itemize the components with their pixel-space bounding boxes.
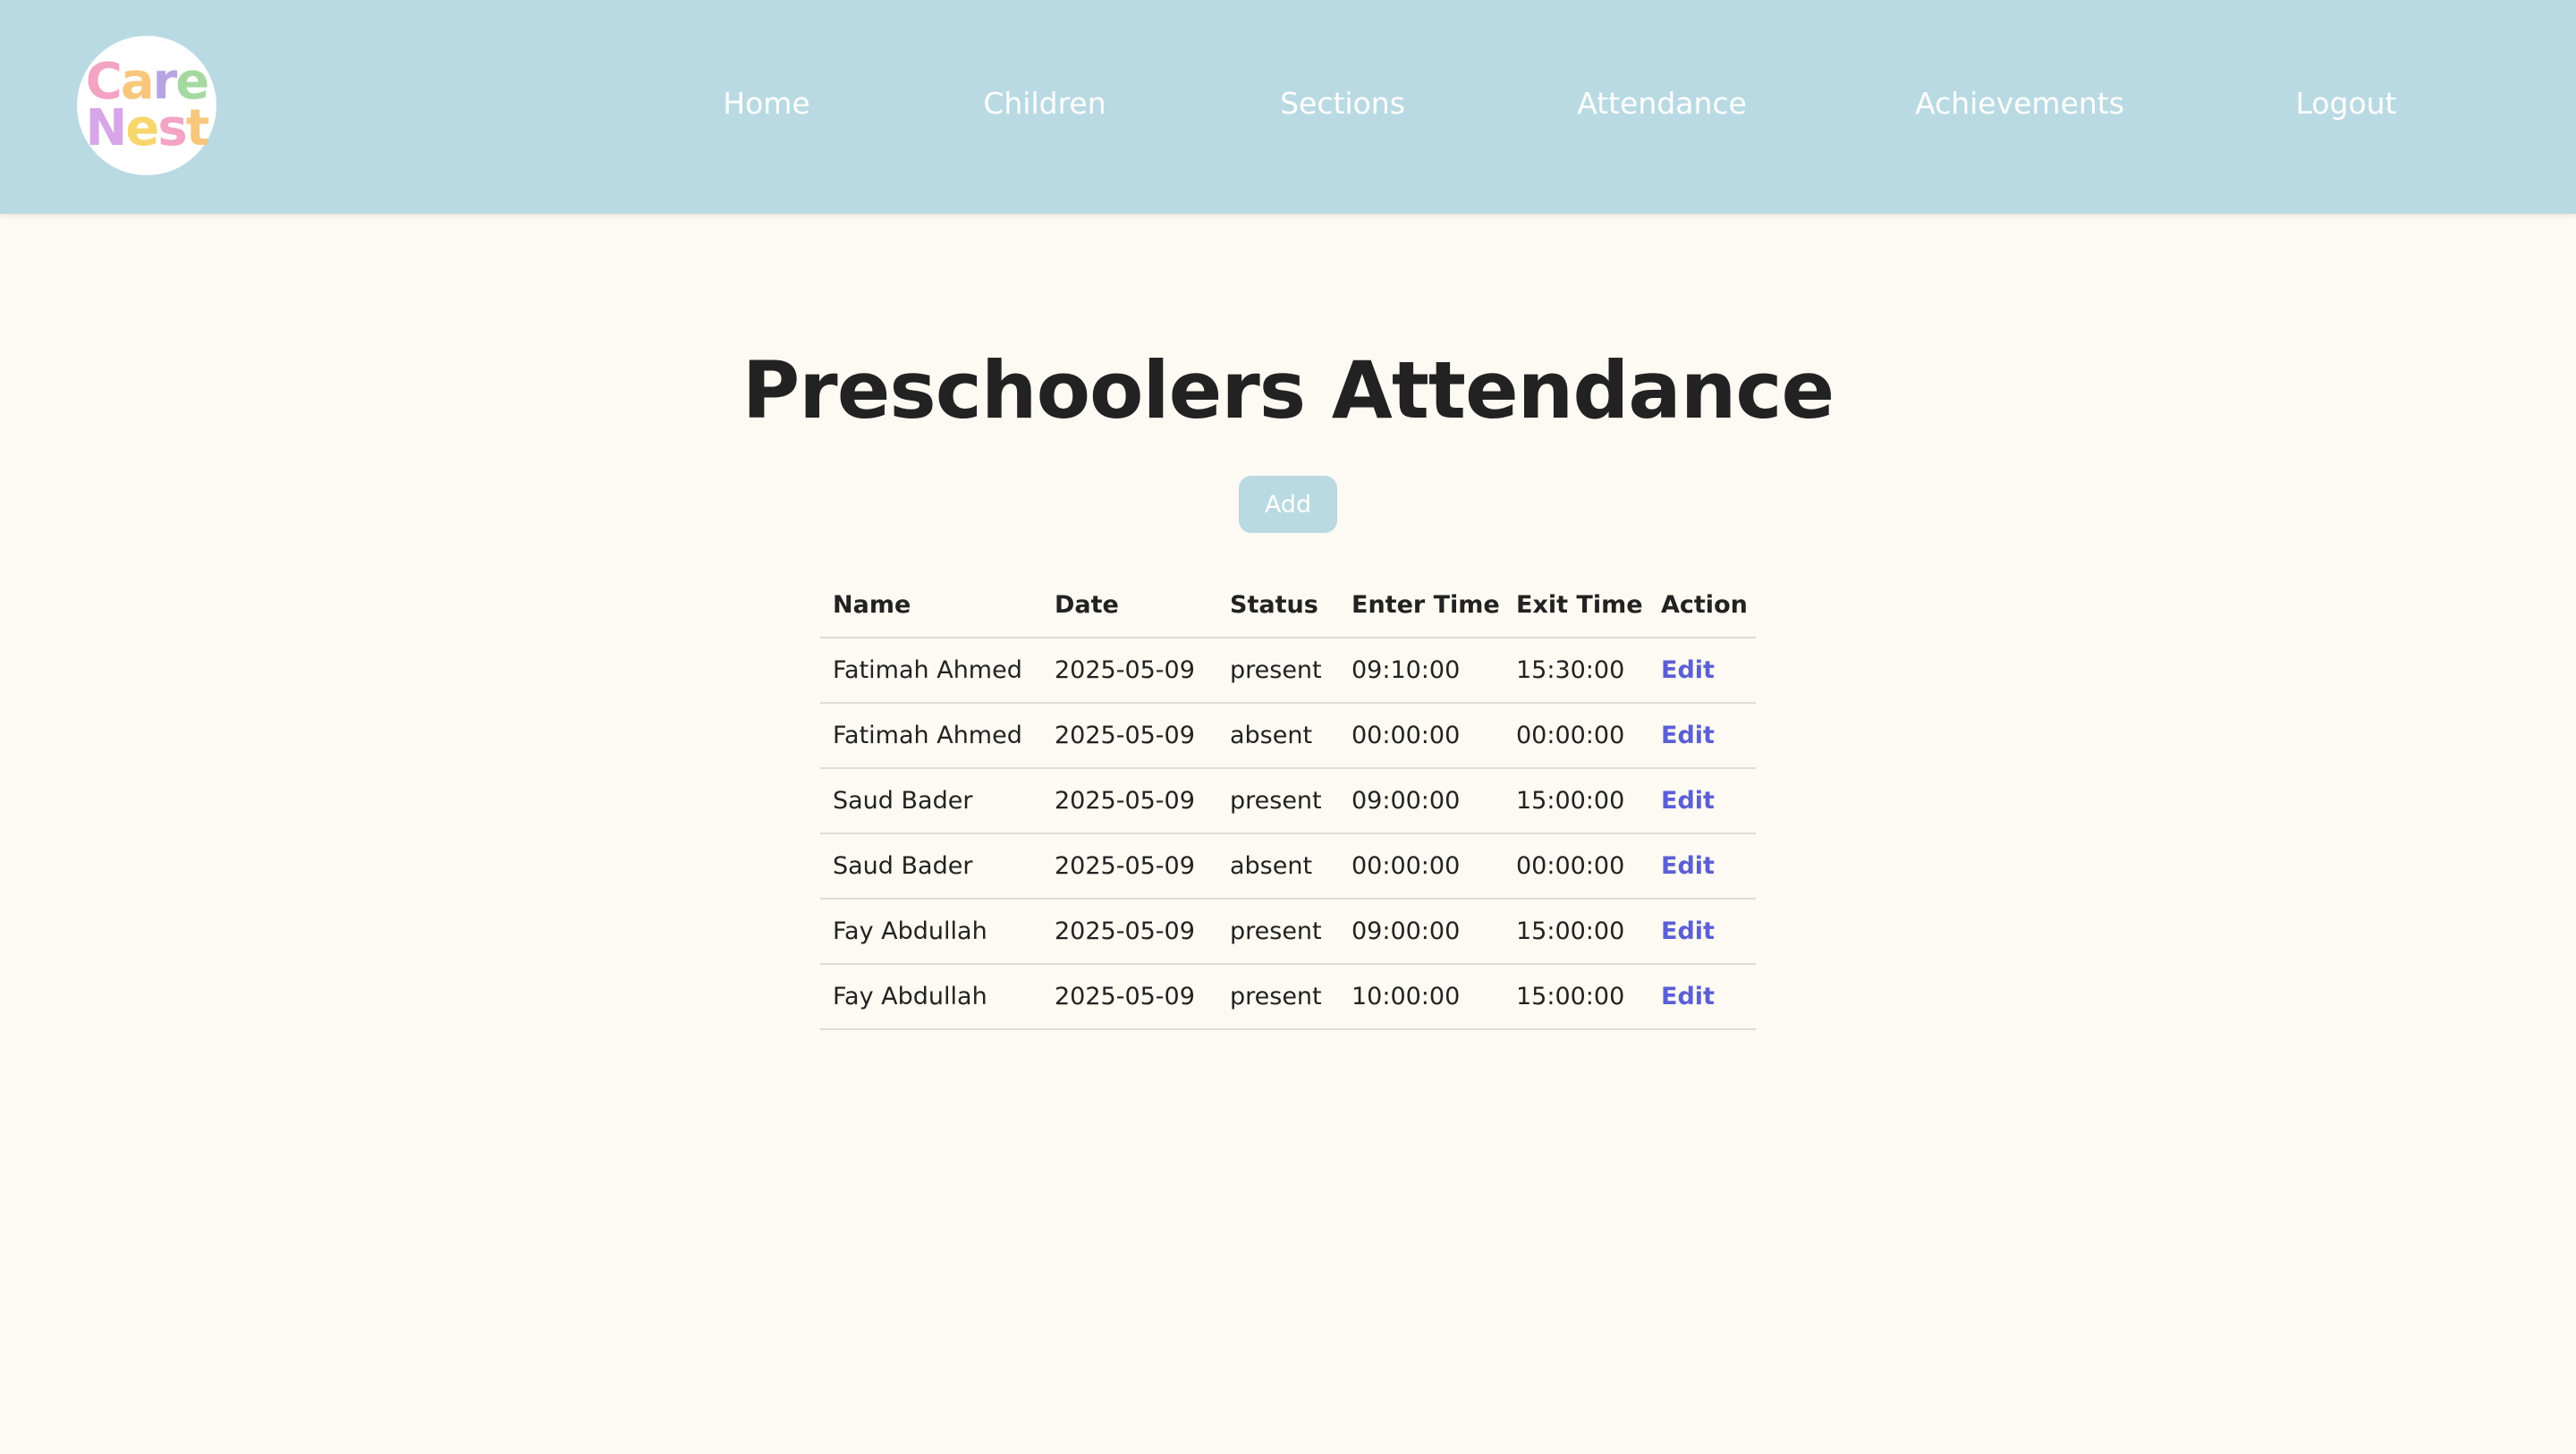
cell-action: Edit bbox=[1648, 703, 1756, 769]
cell-action: Edit bbox=[1648, 768, 1756, 834]
cell-date: 2025-05-09 bbox=[1042, 638, 1217, 704]
cell-status: present bbox=[1217, 964, 1339, 1030]
column-header-status: Status bbox=[1217, 572, 1339, 638]
cell-date: 2025-05-09 bbox=[1042, 833, 1217, 900]
nav-sections-link[interactable]: Sections bbox=[1280, 86, 1405, 121]
nav-achievements-link[interactable]: Achievements bbox=[1915, 86, 2124, 121]
table-body: Fatimah Ahmed 2025-05-09 present 09:10:0… bbox=[820, 638, 1756, 1030]
cell-name: Saud Bader bbox=[820, 833, 1042, 900]
cell-status: present bbox=[1217, 899, 1339, 965]
cell-name: Fay Abdullah bbox=[820, 899, 1042, 965]
column-header-action: Action bbox=[1648, 572, 1756, 638]
table-row: Fatimah Ahmed 2025-05-09 absent 00:00:00… bbox=[820, 703, 1756, 769]
top-navbar: Care Nest Home Children Sections Attenda… bbox=[0, 0, 2576, 214]
edit-link[interactable]: Edit bbox=[1661, 983, 1715, 1010]
table-row: Fay Abdullah 2025-05-09 present 09:00:00… bbox=[820, 899, 1756, 965]
cell-name: Fatimah Ahmed bbox=[820, 638, 1042, 704]
cell-exit-time: 00:00:00 bbox=[1504, 833, 1648, 900]
cell-name: Fatimah Ahmed bbox=[820, 703, 1042, 769]
cell-exit-time: 00:00:00 bbox=[1504, 703, 1648, 769]
cell-enter-time: 09:00:00 bbox=[1339, 899, 1504, 965]
page-title: Preschoolers Attendance bbox=[741, 344, 1835, 436]
cell-action: Edit bbox=[1648, 964, 1756, 1030]
nav-home-link[interactable]: Home bbox=[723, 86, 809, 121]
cell-action: Edit bbox=[1648, 899, 1756, 965]
table-header-row: Name Date Status Enter Time Exit Time Ac… bbox=[820, 572, 1756, 638]
attendance-table: Name Date Status Enter Time Exit Time Ac… bbox=[820, 572, 1756, 1030]
cell-enter-time: 00:00:00 bbox=[1339, 703, 1504, 769]
cell-status: absent bbox=[1217, 703, 1339, 769]
cell-status: absent bbox=[1217, 833, 1339, 900]
nav-logout-link[interactable]: Logout bbox=[2296, 86, 2397, 121]
edit-link[interactable]: Edit bbox=[1661, 787, 1715, 815]
table-row: Fatimah Ahmed 2025-05-09 present 09:10:0… bbox=[820, 638, 1756, 704]
edit-link[interactable]: Edit bbox=[1661, 852, 1715, 880]
cell-exit-time: 15:00:00 bbox=[1504, 768, 1648, 834]
table-row: Saud Bader 2025-05-09 absent 00:00:00 00… bbox=[820, 833, 1756, 900]
edit-link[interactable]: Edit bbox=[1661, 656, 1715, 684]
cell-action: Edit bbox=[1648, 638, 1756, 704]
edit-link[interactable]: Edit bbox=[1661, 722, 1715, 749]
cell-date: 2025-05-09 bbox=[1042, 703, 1217, 769]
cell-name: Fay Abdullah bbox=[820, 964, 1042, 1030]
table-row: Saud Bader 2025-05-09 present 09:00:00 1… bbox=[820, 768, 1756, 834]
column-header-name: Name bbox=[820, 572, 1042, 638]
cell-exit-time: 15:00:00 bbox=[1504, 964, 1648, 1030]
cell-name: Saud Bader bbox=[820, 768, 1042, 834]
cell-status: present bbox=[1217, 638, 1339, 704]
nav-children-link[interactable]: Children bbox=[983, 86, 1106, 121]
nav-attendance-link[interactable]: Attendance bbox=[1577, 86, 1747, 121]
cell-date: 2025-05-09 bbox=[1042, 899, 1217, 965]
column-header-enter-time: Enter Time bbox=[1339, 572, 1504, 638]
cell-enter-time: 00:00:00 bbox=[1339, 833, 1504, 900]
column-header-date: Date bbox=[1042, 572, 1217, 638]
add-attendance-button[interactable]: Add bbox=[1239, 476, 1337, 533]
table-row: Fay Abdullah 2025-05-09 present 10:00:00… bbox=[820, 964, 1756, 1030]
cell-enter-time: 09:00:00 bbox=[1339, 768, 1504, 834]
table-header: Name Date Status Enter Time Exit Time Ac… bbox=[820, 572, 1756, 638]
column-header-exit-time: Exit Time bbox=[1504, 572, 1648, 638]
cell-enter-time: 09:10:00 bbox=[1339, 638, 1504, 704]
cell-exit-time: 15:30:00 bbox=[1504, 638, 1648, 704]
cell-date: 2025-05-09 bbox=[1042, 768, 1217, 834]
cell-action: Edit bbox=[1648, 833, 1756, 900]
cell-exit-time: 15:00:00 bbox=[1504, 899, 1648, 965]
cell-status: present bbox=[1217, 768, 1339, 834]
edit-link[interactable]: Edit bbox=[1661, 917, 1715, 945]
cell-enter-time: 10:00:00 bbox=[1339, 964, 1504, 1030]
main-nav: Home Children Sections Attendance Achiev… bbox=[0, 0, 2576, 214]
cell-date: 2025-05-09 bbox=[1042, 964, 1217, 1030]
